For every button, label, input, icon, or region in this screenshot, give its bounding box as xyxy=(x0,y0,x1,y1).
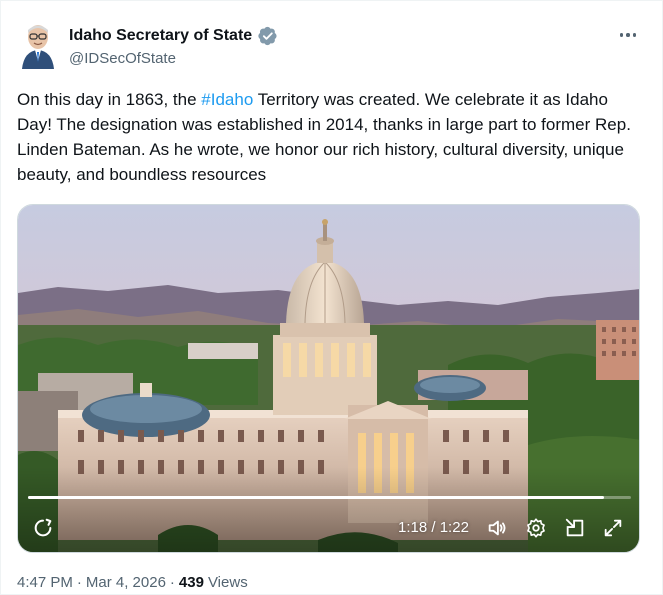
video-duration: 1:22 xyxy=(439,519,469,536)
views-label: Views xyxy=(207,574,248,591)
fullscreen-icon[interactable] xyxy=(600,515,626,541)
video-time: 1:18 / 1:22 xyxy=(398,519,469,536)
video-progress-bar[interactable] xyxy=(28,496,631,499)
tweet-meta: 4:47 PM · Mar 4, 2026 · 439 Views xyxy=(17,574,248,591)
more-options-icon[interactable] xyxy=(616,25,640,45)
video-player[interactable]: 1:18 / 1:22 xyxy=(17,204,640,553)
meta-separator-2: · xyxy=(169,574,175,591)
views-count: 439 xyxy=(178,574,204,591)
avatar[interactable] xyxy=(18,21,58,69)
author-name[interactable]: Idaho Secretary of State xyxy=(69,27,252,45)
verified-badge-icon[interactable] xyxy=(258,26,278,46)
settings-icon[interactable] xyxy=(523,515,549,541)
tweet-date[interactable]: Mar 4, 2026 xyxy=(86,574,166,591)
tweet-text-before: On this day in 1863, the xyxy=(17,90,202,109)
video-frame xyxy=(18,205,639,552)
tweet-time[interactable]: 4:47 PM xyxy=(17,574,73,591)
video-elapsed: 1:18 xyxy=(398,519,428,536)
meta-separator: · xyxy=(76,574,82,591)
replay-icon[interactable] xyxy=(30,515,56,541)
tweet-text: On this day in 1863, the #Idaho Territor… xyxy=(17,87,642,187)
tweet-card: Idaho Secretary of State @IDSecOfState O… xyxy=(0,0,663,595)
hashtag-link[interactable]: #Idaho xyxy=(201,90,253,109)
video-time-separator: / xyxy=(431,519,436,536)
video-progress-fill xyxy=(28,496,604,499)
volume-icon[interactable] xyxy=(484,515,510,541)
author-handle[interactable]: @IDSecOfState xyxy=(69,50,176,67)
picture-in-picture-icon[interactable] xyxy=(562,515,588,541)
